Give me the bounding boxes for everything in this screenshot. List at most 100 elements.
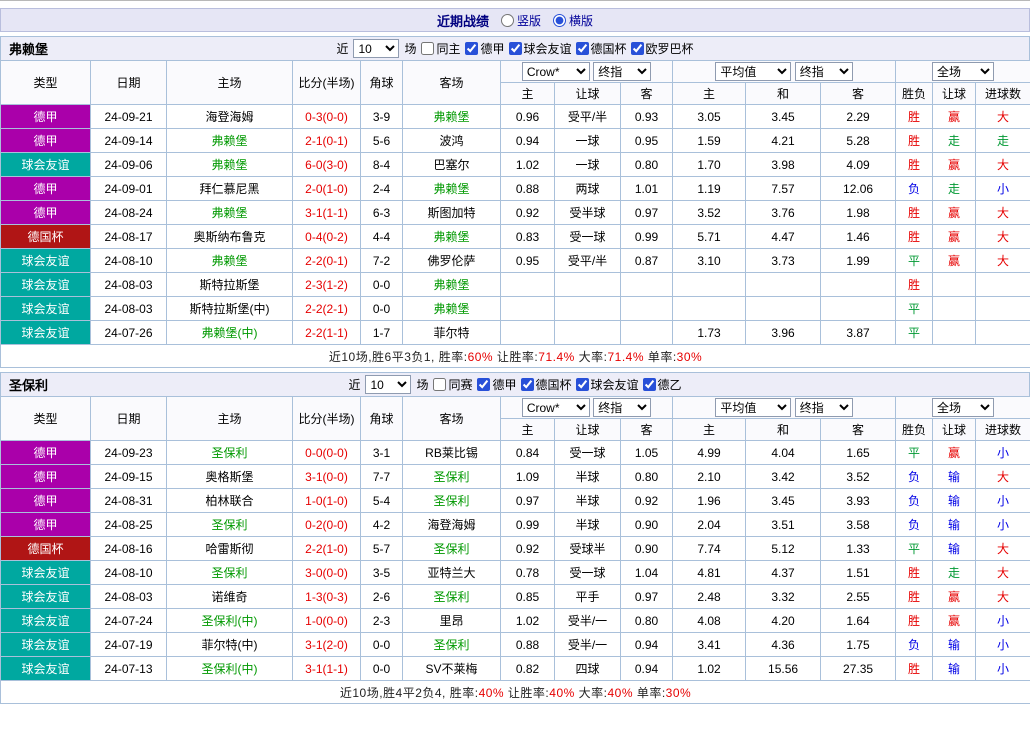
home-team[interactable]: 弗赖堡: [166, 248, 293, 273]
home-team[interactable]: 斯特拉斯堡: [166, 272, 293, 297]
league-checkbox[interactable]: [508, 42, 522, 55]
league-checkbox[interactable]: [630, 42, 644, 55]
avg-stage-select[interactable]: 终指: [794, 62, 853, 81]
away-team[interactable]: 圣保利: [402, 536, 501, 561]
avg-away-odds: 5.28: [820, 128, 897, 153]
horizontal-radio[interactable]: [553, 13, 566, 27]
scope-select[interactable]: 全场: [932, 398, 995, 417]
away-team[interactable]: 佛罗伦萨: [402, 248, 501, 273]
home-team[interactable]: 哈雷斯彻: [166, 536, 293, 561]
home-team[interactable]: 菲尔特(中): [166, 632, 293, 657]
league-filter[interactable]: 德国杯: [575, 40, 627, 57]
home-team[interactable]: 海登海姆: [166, 104, 293, 129]
avg-stage-select[interactable]: 终指: [794, 398, 853, 417]
col-result: 胜负: [895, 418, 934, 441]
odds-stage-select[interactable]: 终指: [593, 62, 652, 81]
away-team[interactable]: 圣保利: [402, 584, 501, 609]
away-team[interactable]: 弗赖堡: [402, 224, 501, 249]
home-team[interactable]: 圣保利(中): [166, 608, 293, 633]
home-team[interactable]: 圣保利: [166, 440, 293, 465]
result-outcome: 胜: [895, 104, 934, 129]
home-team[interactable]: 奥格斯堡: [166, 464, 293, 489]
handicap-away-odds: [619, 296, 674, 321]
home-team[interactable]: 奥斯纳布鲁克: [166, 224, 293, 249]
home-team[interactable]: 圣保利: [166, 560, 293, 585]
league-filter[interactable]: 球会友谊: [508, 40, 572, 57]
away-team[interactable]: 里昂: [402, 608, 501, 633]
league-filter[interactable]: 德甲: [465, 40, 505, 57]
away-team[interactable]: 巴塞尔: [402, 152, 501, 177]
result-goals: 大: [975, 224, 1030, 249]
handicap-home-odds: 0.88: [500, 632, 555, 657]
summary-segment: 71.4%: [538, 349, 575, 364]
avg-away-odds: [820, 272, 897, 297]
handicap-away-odds: 1.04: [619, 560, 674, 585]
avg-home-odds: 2.10: [672, 464, 747, 489]
home-team[interactable]: 圣保利: [166, 512, 293, 537]
away-team[interactable]: 圣保利: [402, 488, 501, 513]
scope-select[interactable]: 全场: [932, 62, 995, 81]
away-team[interactable]: 亚特兰大: [402, 560, 501, 585]
same-competition-filter[interactable]: 同赛: [433, 376, 472, 393]
home-team[interactable]: 弗赖堡: [166, 200, 293, 225]
odds-stage-select[interactable]: 终指: [593, 398, 652, 417]
league-checkbox[interactable]: [575, 378, 589, 391]
layout-option-horizontal[interactable]: 横版: [553, 12, 593, 29]
result-goals: 大: [975, 464, 1030, 489]
layout-option-vertical[interactable]: 竖版: [500, 12, 541, 29]
avg-source-select[interactable]: 平均值: [715, 62, 792, 81]
same-competition-checkbox[interactable]: [433, 378, 447, 391]
handicap-away-odds: 1.05: [619, 440, 674, 465]
league-checkbox[interactable]: [465, 42, 479, 55]
away-team[interactable]: 斯图加特: [402, 200, 501, 225]
corners: 4-4: [360, 224, 403, 249]
col-away: 客场: [402, 396, 501, 441]
summary-segment: 大率:: [574, 685, 608, 700]
vertical-radio[interactable]: [500, 13, 514, 27]
same-home-checkbox[interactable]: [421, 42, 435, 55]
league-filter[interactable]: 德乙: [642, 376, 682, 393]
home-team[interactable]: 弗赖堡: [166, 128, 293, 153]
league-checkbox[interactable]: [477, 378, 491, 391]
avg-away-odds: [820, 296, 897, 321]
league-checkbox[interactable]: [520, 378, 534, 391]
away-team[interactable]: 弗赖堡: [402, 296, 501, 321]
away-team[interactable]: 圣保利: [402, 464, 501, 489]
recent-count-select[interactable]: 10: [365, 375, 412, 394]
league-filter[interactable]: 德国杯: [520, 376, 572, 393]
handicap-away-odds: 1.01: [619, 176, 674, 201]
league-label: 德乙: [657, 378, 682, 392]
away-team[interactable]: SV不莱梅: [402, 656, 501, 681]
handicap-home-odds: 0.94: [500, 128, 555, 153]
odds-source-select[interactable]: Crow*: [521, 398, 590, 417]
league-type-cell: 球会友谊: [0, 560, 91, 585]
league-filter[interactable]: 球会友谊: [575, 376, 639, 393]
same-home-filter[interactable]: 同主: [421, 40, 460, 57]
away-team[interactable]: 海登海姆: [402, 512, 501, 537]
away-team[interactable]: 弗赖堡: [402, 176, 501, 201]
avg-source-select[interactable]: 平均值: [715, 398, 792, 417]
home-team[interactable]: 弗赖堡: [166, 152, 293, 177]
match-date: 24-09-06: [90, 152, 167, 177]
away-team[interactable]: 波鸿: [402, 128, 501, 153]
home-team[interactable]: 拜仁慕尼黑: [166, 176, 293, 201]
league-filter[interactable]: 德甲: [477, 376, 517, 393]
away-team[interactable]: RB莱比锡: [402, 440, 501, 465]
away-team[interactable]: 菲尔特: [402, 320, 501, 345]
match-date: 24-09-14: [90, 128, 167, 153]
away-team[interactable]: 弗赖堡: [402, 104, 501, 129]
home-team[interactable]: 弗赖堡(中): [166, 320, 293, 345]
away-team[interactable]: 圣保利: [402, 632, 501, 657]
recent-count-select[interactable]: 10: [353, 39, 400, 58]
home-team[interactable]: 斯特拉斯堡(中): [166, 296, 293, 321]
league-filter[interactable]: 欧罗巴杯: [630, 40, 694, 57]
result-goals: 小: [975, 608, 1030, 633]
league-checkbox[interactable]: [642, 378, 656, 391]
home-team[interactable]: 柏林联合: [166, 488, 293, 513]
away-team[interactable]: 弗赖堡: [402, 272, 501, 297]
handicap-home-odds: 0.84: [500, 440, 555, 465]
home-team[interactable]: 圣保利(中): [166, 656, 293, 681]
home-team[interactable]: 诺维奇: [166, 584, 293, 609]
league-checkbox[interactable]: [575, 42, 589, 55]
odds-source-select[interactable]: Crow*: [521, 62, 590, 81]
